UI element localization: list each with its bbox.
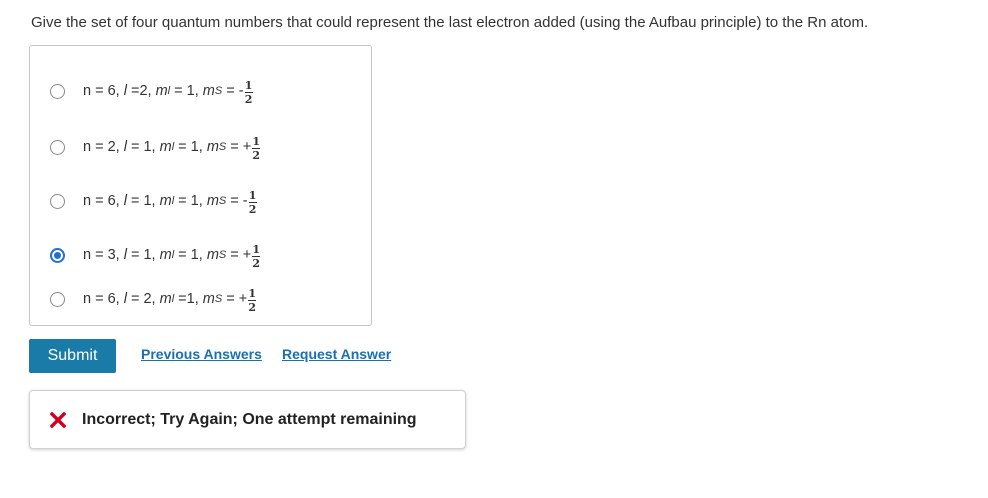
x-icon: [50, 411, 66, 428]
feedback-box: Incorrect; Try Again; One attempt remain…: [29, 390, 466, 449]
option-label: n = 6, l = 1, ml = 1, mS = -12: [83, 188, 257, 216]
fraction: 12: [248, 286, 257, 314]
option-label: n = 6, l =2, ml = 1, mS = -12: [83, 78, 253, 106]
option-label: n = 3, l = 1, ml = 1, mS = +1 2: [83, 242, 261, 270]
answer-options-box: n = 6, l =2, ml = 1, mS = -12 n = 2, l =…: [29, 45, 372, 326]
feedback-message: Incorrect; Try Again; One attempt remain…: [82, 410, 417, 428]
fraction: 12: [248, 188, 257, 216]
request-answer-link[interactable]: Request Answer: [282, 346, 391, 362]
radio-button[interactable]: [50, 139, 65, 155]
option-label: n = 2, l = 1, ml = 1, mS = +1 2: [83, 134, 261, 162]
radio-button[interactable]: [50, 193, 65, 209]
option-4[interactable]: n = 3, l = 1, ml = 1, mS = +1 2: [50, 240, 261, 270]
option-5[interactable]: n = 6, l = 2, ml =1, mS = +1 2: [50, 284, 257, 314]
option-2[interactable]: n = 2, l = 1, ml = 1, mS = +1 2: [50, 132, 261, 162]
option-label: n = 6, l = 2, ml =1, mS = +1 2: [83, 286, 257, 314]
previous-answers-link[interactable]: Previous Answers: [141, 346, 262, 362]
fraction: 12: [244, 78, 253, 106]
option-1[interactable]: n = 6, l =2, ml = 1, mS = -12: [50, 76, 253, 106]
option-3[interactable]: n = 6, l = 1, ml = 1, mS = -12: [50, 186, 257, 216]
radio-button[interactable]: [50, 83, 65, 99]
question-text: Give the set of four quantum numbers tha…: [31, 14, 869, 31]
radio-button[interactable]: [50, 291, 65, 307]
radio-button-selected[interactable]: [50, 247, 65, 263]
fraction: 12: [252, 242, 261, 270]
fraction: 12: [252, 134, 261, 162]
submit-button[interactable]: Submit: [29, 339, 116, 373]
